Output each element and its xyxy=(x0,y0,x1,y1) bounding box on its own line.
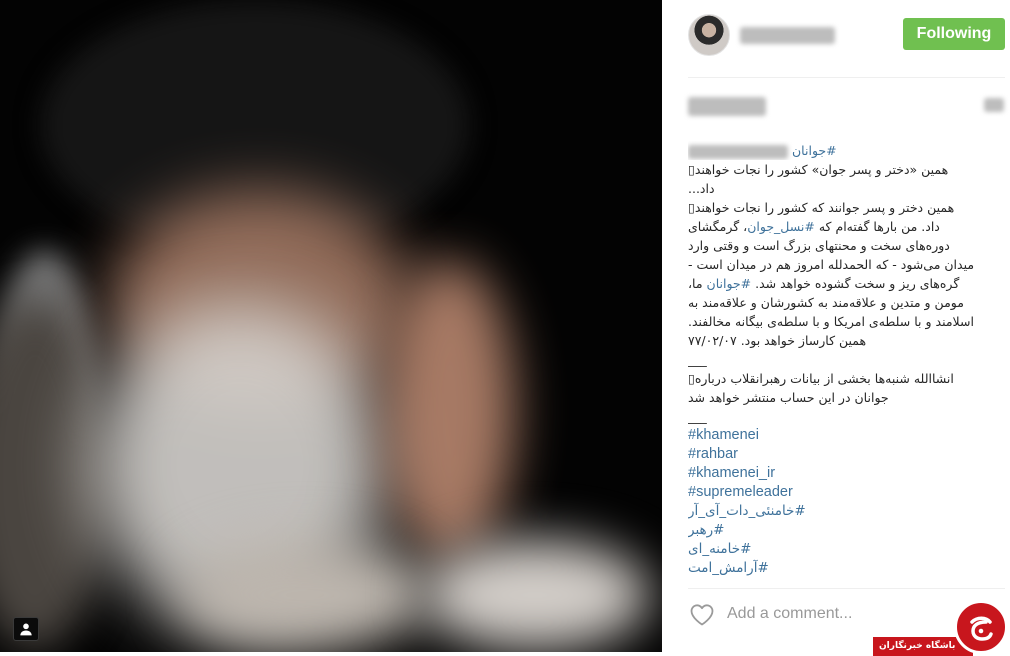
author-username-blurred[interactable] xyxy=(740,27,835,44)
caption-line: #khamenei xyxy=(688,426,1005,445)
caption-text: مومن و متدین و علاقه‌مند به کشورشان و عل… xyxy=(688,295,964,310)
timestamp-blurred[interactable] xyxy=(984,98,1004,112)
hashtag-link[interactable]: #rahbar xyxy=(688,446,738,462)
news-agency-logo-icon xyxy=(954,600,1008,654)
caption-text: اسلامند و با سلطه‌ی امریکا و با سلطه‌ی ب… xyxy=(688,314,974,329)
caption-text: ___ xyxy=(688,352,707,367)
caption-body: همین «دختر و پسر جوان» کشور را نجات خواه… xyxy=(688,160,1005,578)
caption-line: میدان می‌شود - که الحمدلله امروز هم در م… xyxy=(688,255,1005,274)
hashtag-link[interactable]: #جوانان xyxy=(792,143,837,158)
hashtag-link[interactable]: #آرامش_امت xyxy=(688,560,769,576)
caption-line: #آرامش_امت xyxy=(688,559,1005,578)
caption-line: همین «دختر و پسر جوان» کشور را نجات خواه… xyxy=(688,160,1005,179)
comment-divider xyxy=(688,588,1005,589)
caption-text: داد... xyxy=(688,181,715,196)
caption-line: جوانان در این حساب منتشر خواهد شد xyxy=(688,388,1005,407)
hashtag-link[interactable]: #supremeleader xyxy=(688,484,793,500)
caption-first-line: #جوانان xyxy=(688,141,1005,160)
caption-line: #khamenei_ir xyxy=(688,464,1005,483)
caption-line: داد... xyxy=(688,179,1005,198)
post-photo[interactable] xyxy=(0,0,662,652)
caption-text: جوانان در این حساب منتشر خواهد شد xyxy=(688,390,889,405)
caption-text: همین دختر و پسر جوانند که کشور را نجات خ… xyxy=(688,200,955,215)
caption-text: همین کارساز خواهد بود. ۷۷/۰۲/۰۷ xyxy=(688,333,867,348)
caption-line: #supremeleader xyxy=(688,483,1005,502)
caption-line: ___ xyxy=(688,407,1005,426)
caption-author-username-blurred[interactable] xyxy=(688,144,788,159)
likes-count-blurred[interactable] xyxy=(688,97,766,116)
caption-text: انشاالله شنبه‌ها بخشی از بیانات رهبرانقل… xyxy=(688,371,954,386)
caption-line: #خامنه_ای xyxy=(688,540,1005,559)
photo-shade xyxy=(420,540,650,650)
hashtag-link[interactable]: #رهبر xyxy=(688,522,724,538)
photo-shade xyxy=(385,260,515,560)
user-tag-icon[interactable] xyxy=(13,617,39,641)
caption-line: #rahbar xyxy=(688,445,1005,464)
caption-text: ما، xyxy=(688,276,707,291)
hashtag-link[interactable]: #جوانان xyxy=(707,276,752,291)
heart-icon[interactable] xyxy=(688,601,716,627)
post-sidebar: Following #جوانان همین «دختر و پسر جوان»… xyxy=(662,0,1010,656)
caption-text: ___ xyxy=(688,409,707,424)
caption-line: #رهبر xyxy=(688,521,1005,540)
hashtag-link[interactable]: #خامنئی_دات_آی_آر xyxy=(688,503,806,519)
post-caption: #جوانان همین «دختر و پسر جوان» کشور را ن… xyxy=(688,141,1005,578)
hashtag-link[interactable]: #khamenei xyxy=(688,427,759,443)
hashtag-link[interactable]: #نسل_جوان xyxy=(747,219,815,234)
caption-line: #خامنئی_دات_آی_آر xyxy=(688,502,1005,521)
caption-text: میدان می‌شود - که الحمدلله امروز هم در م… xyxy=(688,257,975,272)
caption-line: اسلامند و با سلطه‌ی امریکا و با سلطه‌ی ب… xyxy=(688,312,1005,331)
caption-line: دوره‌های سخت و محنتهای بزرگ است و وقتی و… xyxy=(688,236,1005,255)
avatar[interactable] xyxy=(688,14,730,56)
caption-line: انشاالله شنبه‌ها بخشی از بیانات رهبرانقل… xyxy=(688,369,1005,388)
photo-shade xyxy=(180,540,430,650)
logo-glyph xyxy=(970,616,993,641)
caption-line: مومن و متدین و علاقه‌مند به کشورشان و عل… xyxy=(688,293,1005,312)
caption-line: ___ xyxy=(688,350,1005,369)
following-button[interactable]: Following xyxy=(903,18,1005,50)
caption-text: همین «دختر و پسر جوان» کشور را نجات خواه… xyxy=(688,162,949,177)
hashtag-link[interactable]: #khamenei_ir xyxy=(688,465,775,481)
hashtag-link[interactable]: #خامنه_ای xyxy=(688,541,751,557)
caption-line: گره‌های ریز و سخت گشوده خواهد شد. #جوانا… xyxy=(688,274,1005,293)
caption-line: داد. من بارها گفته‌ام که #نسل_جوان، گرمگ… xyxy=(688,217,1005,236)
caption-text: ، گرمگشای xyxy=(688,219,748,234)
caption-text: گره‌های ریز و سخت گشوده خواهد شد. xyxy=(751,276,960,291)
person-glyph xyxy=(20,623,32,636)
header-divider xyxy=(688,77,1005,78)
caption-line: همین کارساز خواهد بود. ۷۷/۰۲/۰۷ xyxy=(688,331,1005,350)
caption-text: دوره‌های سخت و محنتهای بزرگ است و وقتی و… xyxy=(688,238,950,253)
caption-text: داد. من بارها گفته‌ام که xyxy=(814,219,940,234)
add-comment-input[interactable] xyxy=(727,602,947,626)
caption-line: همین دختر و پسر جوانند که کشور را نجات خ… xyxy=(688,198,1005,217)
